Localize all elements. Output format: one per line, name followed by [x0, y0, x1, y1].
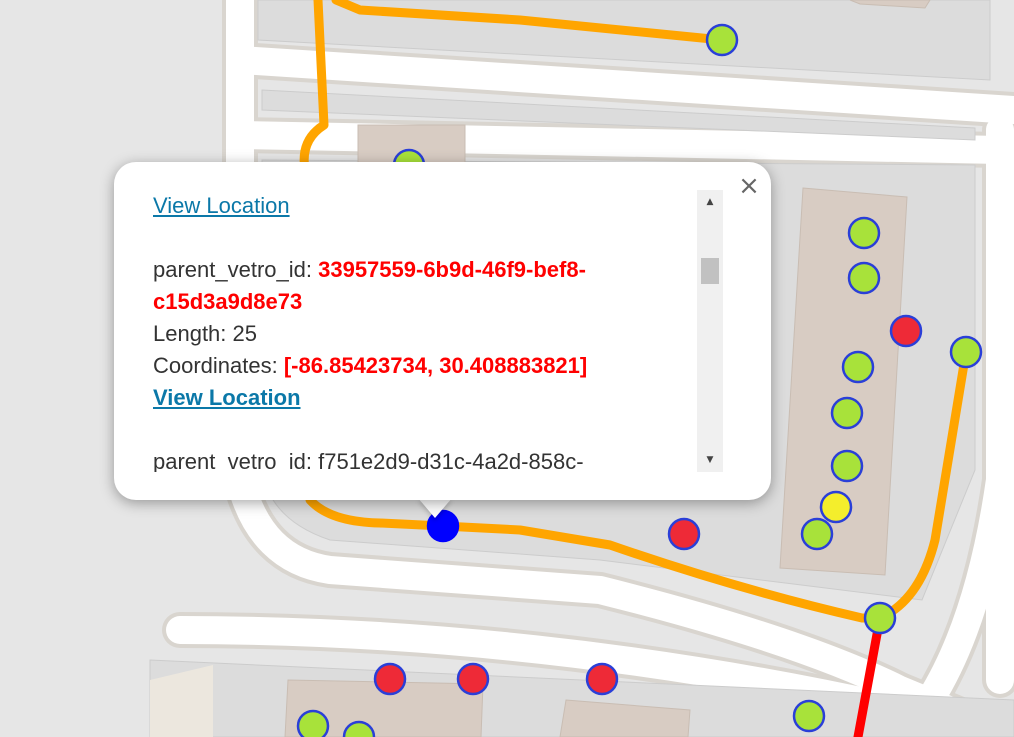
popup-tip [418, 498, 452, 518]
node-green[interactable] [841, 350, 875, 384]
node-green[interactable] [863, 601, 897, 635]
node-green[interactable] [830, 396, 864, 430]
node-green[interactable] [705, 23, 739, 57]
coordinates-value: [-86.85423734, 30.408883821] [283, 353, 588, 378]
node-red[interactable] [667, 517, 701, 551]
arrow-up-icon[interactable]: ▲ [697, 190, 723, 214]
view-location-link[interactable]: View Location [153, 193, 290, 218]
node-red[interactable] [456, 662, 490, 696]
node-green[interactable] [296, 709, 330, 737]
coordinates-label: Coordinates: [153, 353, 284, 378]
parent-id-line: parent_vetro_id: f751e2d9-d31c-4a2d-858c… [153, 446, 689, 472]
scrollbar-thumb[interactable] [701, 258, 719, 284]
node-green[interactable] [830, 449, 864, 483]
popup-scrollbar[interactable]: ▲ ▼ [697, 190, 723, 472]
node-yellow[interactable] [819, 490, 853, 524]
entry-spacer [153, 414, 689, 446]
arrow-down-icon[interactable]: ▼ [697, 448, 723, 472]
popup-entry: View Location [153, 190, 689, 222]
close-icon[interactable]: × [736, 172, 762, 200]
popup-entry: parent_vetro_id: 33957559-6b9d-46f9-bef8… [153, 254, 689, 414]
view-location-link[interactable]: View Location [153, 385, 301, 410]
parent-id-label: parent_vetro_id: [153, 257, 319, 282]
node-green[interactable] [792, 699, 826, 733]
length-value: 25 [232, 321, 257, 346]
node-green[interactable] [800, 517, 834, 551]
node-red[interactable] [585, 662, 619, 696]
node-green[interactable] [847, 216, 881, 250]
coordinates-line: Coordinates: [-86.85423734, 30.408883821… [153, 350, 689, 382]
node-red[interactable] [373, 662, 407, 696]
node-red[interactable] [889, 314, 923, 348]
entry-spacer [153, 222, 689, 254]
parent-id-value: f751e2d9-d31c-4a2d-858c- [318, 449, 584, 472]
parent-id-label: parent_vetro_id: [153, 449, 319, 472]
length-label: Length: [153, 321, 233, 346]
popup-entry: parent_vetro_id: f751e2d9-d31c-4a2d-858c… [153, 446, 689, 472]
node-green[interactable] [847, 261, 881, 295]
parent-id-line: parent_vetro_id: 33957559-6b9d-46f9-bef8… [153, 254, 689, 318]
node-green[interactable] [949, 335, 983, 369]
length-line: Length: 25 [153, 318, 689, 350]
popup-content: View Location parent_vetro_id: 33957559-… [153, 190, 689, 472]
